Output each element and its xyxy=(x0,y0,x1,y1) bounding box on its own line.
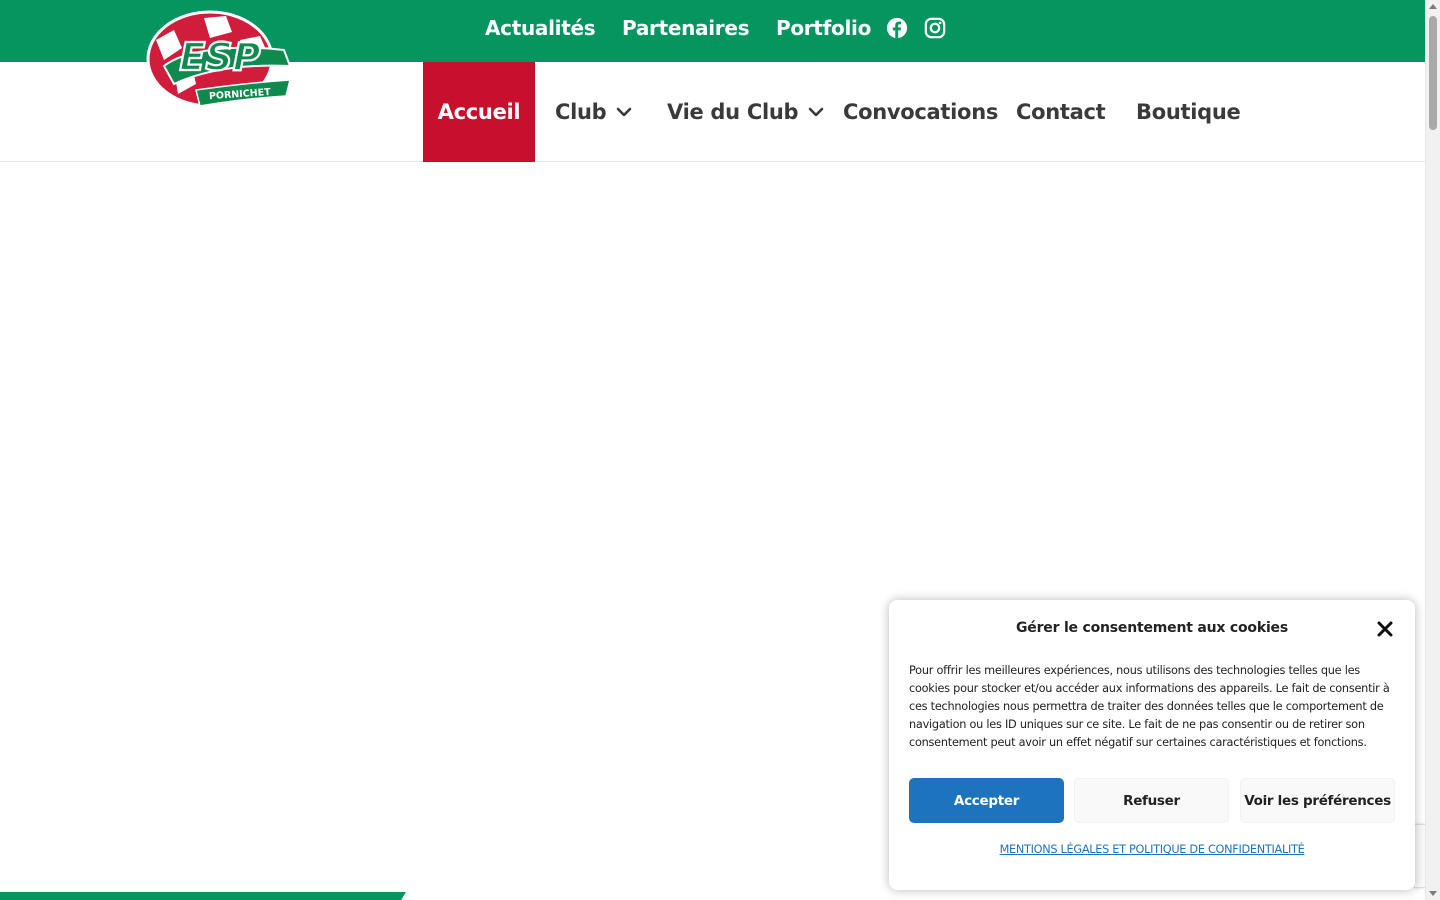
cookie-message: Pour offrir les meilleures expériences, … xyxy=(909,664,1390,749)
logo-text: ESP xyxy=(179,35,260,79)
nav-label-accueil: Accueil xyxy=(437,100,521,124)
refuse-button[interactable]: Refuser xyxy=(1074,778,1229,823)
club-logo[interactable]: ESP PORNICHET xyxy=(144,10,294,112)
chevron-down-icon xyxy=(617,107,632,117)
cookie-consent-dialog: Gérer le consentement aux cookies Pour o… xyxy=(889,600,1415,890)
top-link-portfolio[interactable]: Portfolio xyxy=(776,16,871,40)
nav-item-convocations[interactable]: Convocations xyxy=(843,62,998,162)
nav-label-convocations: Convocations xyxy=(843,100,999,124)
page-scrollbar[interactable] xyxy=(1425,0,1440,900)
nav-item-boutique[interactable]: Boutique xyxy=(1136,62,1241,162)
scroll-down-icon[interactable] xyxy=(1429,891,1437,896)
scroll-thumb[interactable] xyxy=(1429,16,1437,130)
chevron-down-icon xyxy=(808,107,824,117)
nav-item-contact[interactable]: Contact xyxy=(1016,62,1106,162)
cookie-title: Gérer le consentement aux cookies xyxy=(1015,620,1288,636)
close-icon[interactable] xyxy=(1376,620,1394,638)
instagram-icon[interactable] xyxy=(924,17,946,39)
facebook-icon[interactable] xyxy=(886,17,908,39)
preferences-button[interactable]: Voir les préférences xyxy=(1240,778,1395,823)
accept-button[interactable]: Accepter xyxy=(909,778,1064,823)
nav-label-boutique: Boutique xyxy=(1136,100,1241,124)
top-link-partenaires[interactable]: Partenaires xyxy=(622,16,750,40)
legal-notice-link[interactable]: MENTIONS LÉGALES ET POLITIQUE DE CONFIDE… xyxy=(889,843,1415,856)
nav-item-accueil[interactable]: Accueil xyxy=(423,62,535,162)
nav-label-contact: Contact xyxy=(1016,100,1106,124)
nav-label-vie-du-club: Vie du Club xyxy=(667,100,799,124)
nav-item-club[interactable]: Club xyxy=(555,62,632,162)
footer-green-edge xyxy=(0,892,406,900)
top-link-actualites[interactable]: Actualités xyxy=(485,16,596,40)
nav-label-club: Club xyxy=(555,100,607,124)
nav-item-vie-du-club[interactable]: Vie du Club xyxy=(667,62,824,162)
scroll-up-icon[interactable] xyxy=(1429,4,1437,9)
